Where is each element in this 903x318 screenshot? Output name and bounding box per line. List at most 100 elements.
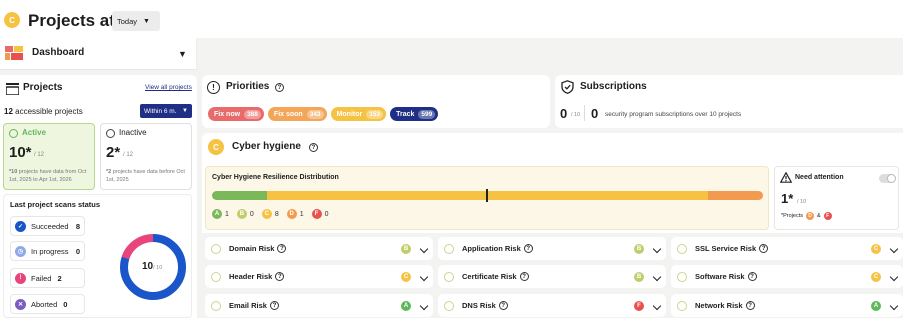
- active-note-text: projects have data from Oct 1st, 2025 to…: [9, 169, 87, 183]
- x-icon: ✕: [15, 298, 26, 310]
- risk-name: Certificate Risk?: [462, 272, 634, 282]
- projects-icon: [5, 83, 20, 96]
- help-icon[interactable]: ?: [498, 301, 508, 311]
- help-icon[interactable]: ?: [269, 301, 279, 311]
- risk-row-header[interactable]: Header Risk? C: [205, 265, 433, 288]
- risk-row-dns[interactable]: DNS Risk? F: [438, 294, 666, 317]
- risk-ring-icon: [677, 271, 687, 282]
- help-icon[interactable]: ?: [745, 301, 755, 311]
- risk-ring-icon: [211, 300, 221, 311]
- risk-row-domain[interactable]: Domain Risk? B: [205, 237, 433, 260]
- grade-d-badge: D: [286, 209, 297, 219]
- subscriptions-value: 0: [560, 106, 568, 121]
- help-icon[interactable]: ?: [747, 272, 757, 282]
- risk-grade-badge: B: [634, 243, 644, 254]
- scan-count: 2: [57, 273, 62, 283]
- chevron-down-icon[interactable]: [652, 244, 662, 253]
- risk-label: SSL Service Risk: [695, 243, 757, 253]
- donut-total: / 10: [153, 265, 163, 271]
- help-icon[interactable]: ?: [277, 244, 287, 254]
- pill-track[interactable]: Track 599: [390, 107, 439, 121]
- scan-row-succeeded[interactable]: ✓ Succeeded 8: [10, 216, 85, 236]
- legend-count: 1: [299, 210, 304, 218]
- distribution-title: Cyber Hygiene Resilience Distribution: [212, 174, 339, 181]
- risk-grade-badge: B: [401, 243, 411, 254]
- legend-b: B0: [236, 209, 254, 219]
- scan-row-in-progress[interactable]: ◷ In progress 0: [10, 241, 85, 261]
- need-attention-toggle[interactable]: [879, 174, 896, 183]
- chevron-down-icon[interactable]: [889, 244, 899, 253]
- help-icon[interactable]: ?: [275, 83, 284, 92]
- exclamation-circle-icon: !: [207, 81, 220, 94]
- risk-ring-icon: [211, 271, 221, 282]
- chevron-down-icon[interactable]: [889, 272, 899, 281]
- warning-icon: [779, 171, 793, 185]
- chevron-down-icon[interactable]: [419, 272, 429, 281]
- exclamation-icon: !: [15, 272, 26, 284]
- within-select-value: Within 6 m.: [144, 107, 177, 115]
- priority-pills: Fix now 388 Fix soon 343 Monitor 153 Track 5…: [208, 107, 442, 121]
- subscriptions-total: / 10: [571, 112, 581, 118]
- dashboard-icon: [5, 46, 23, 60]
- active-note-count: *10: [9, 169, 18, 175]
- chevron-down-icon[interactable]: [652, 301, 662, 310]
- risk-ring-icon: [444, 271, 454, 282]
- risk-ring-icon: [444, 300, 454, 311]
- view-all-projects-link[interactable]: View all projects: [145, 84, 192, 91]
- chevron-down-icon[interactable]: [652, 272, 662, 281]
- risk-row-application[interactable]: Application Risk? B: [438, 237, 666, 260]
- risk-name: DNS Risk?: [462, 301, 634, 311]
- within-select[interactable]: Within 6 m. ▼: [140, 104, 192, 118]
- chevron-down-icon[interactable]: [419, 244, 429, 253]
- active-value: 10*: [9, 144, 32, 161]
- risk-name: Software Risk?: [695, 272, 871, 282]
- priorities-title: Priorities: [226, 81, 270, 92]
- inactive-projects-card[interactable]: Inactive 2* / 12 *2 projects have data b…: [100, 123, 192, 190]
- subscriptions-count: 0: [591, 106, 599, 121]
- risk-row-software[interactable]: Software Risk? C: [671, 265, 903, 288]
- active-projects-card[interactable]: Active 10* / 12 *10 projects have data f…: [3, 123, 95, 190]
- projects-card: Projects View all projects 12 accessible…: [0, 75, 197, 318]
- risk-name: Email Risk?: [229, 301, 401, 311]
- risk-ring-icon: [677, 300, 687, 311]
- distribution-legend: A1 B0 C8 D1 F0: [212, 209, 337, 219]
- risk-row-certificate[interactable]: Certificate Risk? B: [438, 265, 666, 288]
- need-attention-and: &: [817, 213, 821, 219]
- help-icon[interactable]: ?: [309, 143, 318, 152]
- pill-count: 343: [306, 109, 324, 119]
- scan-count: 0: [75, 246, 80, 256]
- distribution-segment-d: [707, 191, 763, 200]
- risk-row-email[interactable]: Email Risk? A: [205, 294, 433, 317]
- risk-row-network[interactable]: Network Risk? A: [671, 294, 903, 317]
- cyber-grade-badge: C: [208, 139, 224, 155]
- risk-grade-badge: C: [871, 271, 881, 282]
- pill-monitor[interactable]: Monitor 153: [330, 107, 387, 121]
- dashboard-select[interactable]: Dashboard ▼: [0, 38, 197, 70]
- date-select-value: Today: [117, 16, 138, 26]
- pill-fix-now[interactable]: Fix now 388: [208, 107, 264, 121]
- inactive-note-count: *2: [106, 169, 112, 175]
- accessible-count-value: 12: [4, 107, 13, 116]
- help-icon[interactable]: ?: [523, 244, 533, 254]
- legend-c: C8: [261, 209, 279, 219]
- scan-row-failed[interactable]: ! Failed 2: [10, 268, 85, 288]
- risk-row-ssl-service[interactable]: SSL Service Risk? C: [671, 237, 903, 260]
- chevron-down-icon[interactable]: [889, 301, 899, 310]
- help-icon[interactable]: ?: [519, 272, 529, 282]
- help-icon[interactable]: ?: [759, 244, 769, 254]
- scan-row-aborted[interactable]: ✕ Aborted 0: [10, 294, 85, 314]
- help-icon[interactable]: ?: [275, 272, 285, 282]
- pill-fix-soon[interactable]: Fix soon 343: [267, 107, 327, 121]
- chevron-down-icon[interactable]: [419, 301, 429, 310]
- projects-title: Projects: [23, 82, 63, 93]
- date-select[interactable]: Today ▼: [112, 11, 160, 31]
- inactive-label: Inactive: [119, 128, 147, 137]
- risk-label: Domain Risk: [229, 243, 275, 253]
- active-radio-icon: [9, 129, 18, 138]
- legend-f: F0: [311, 209, 329, 219]
- legend-count: 0: [324, 210, 329, 218]
- subscriptions-title: Subscriptions: [580, 81, 647, 92]
- donut-center-value: 10/ 10: [142, 261, 162, 272]
- shield-check-icon: [561, 80, 574, 94]
- pill-label: Monitor: [336, 110, 363, 118]
